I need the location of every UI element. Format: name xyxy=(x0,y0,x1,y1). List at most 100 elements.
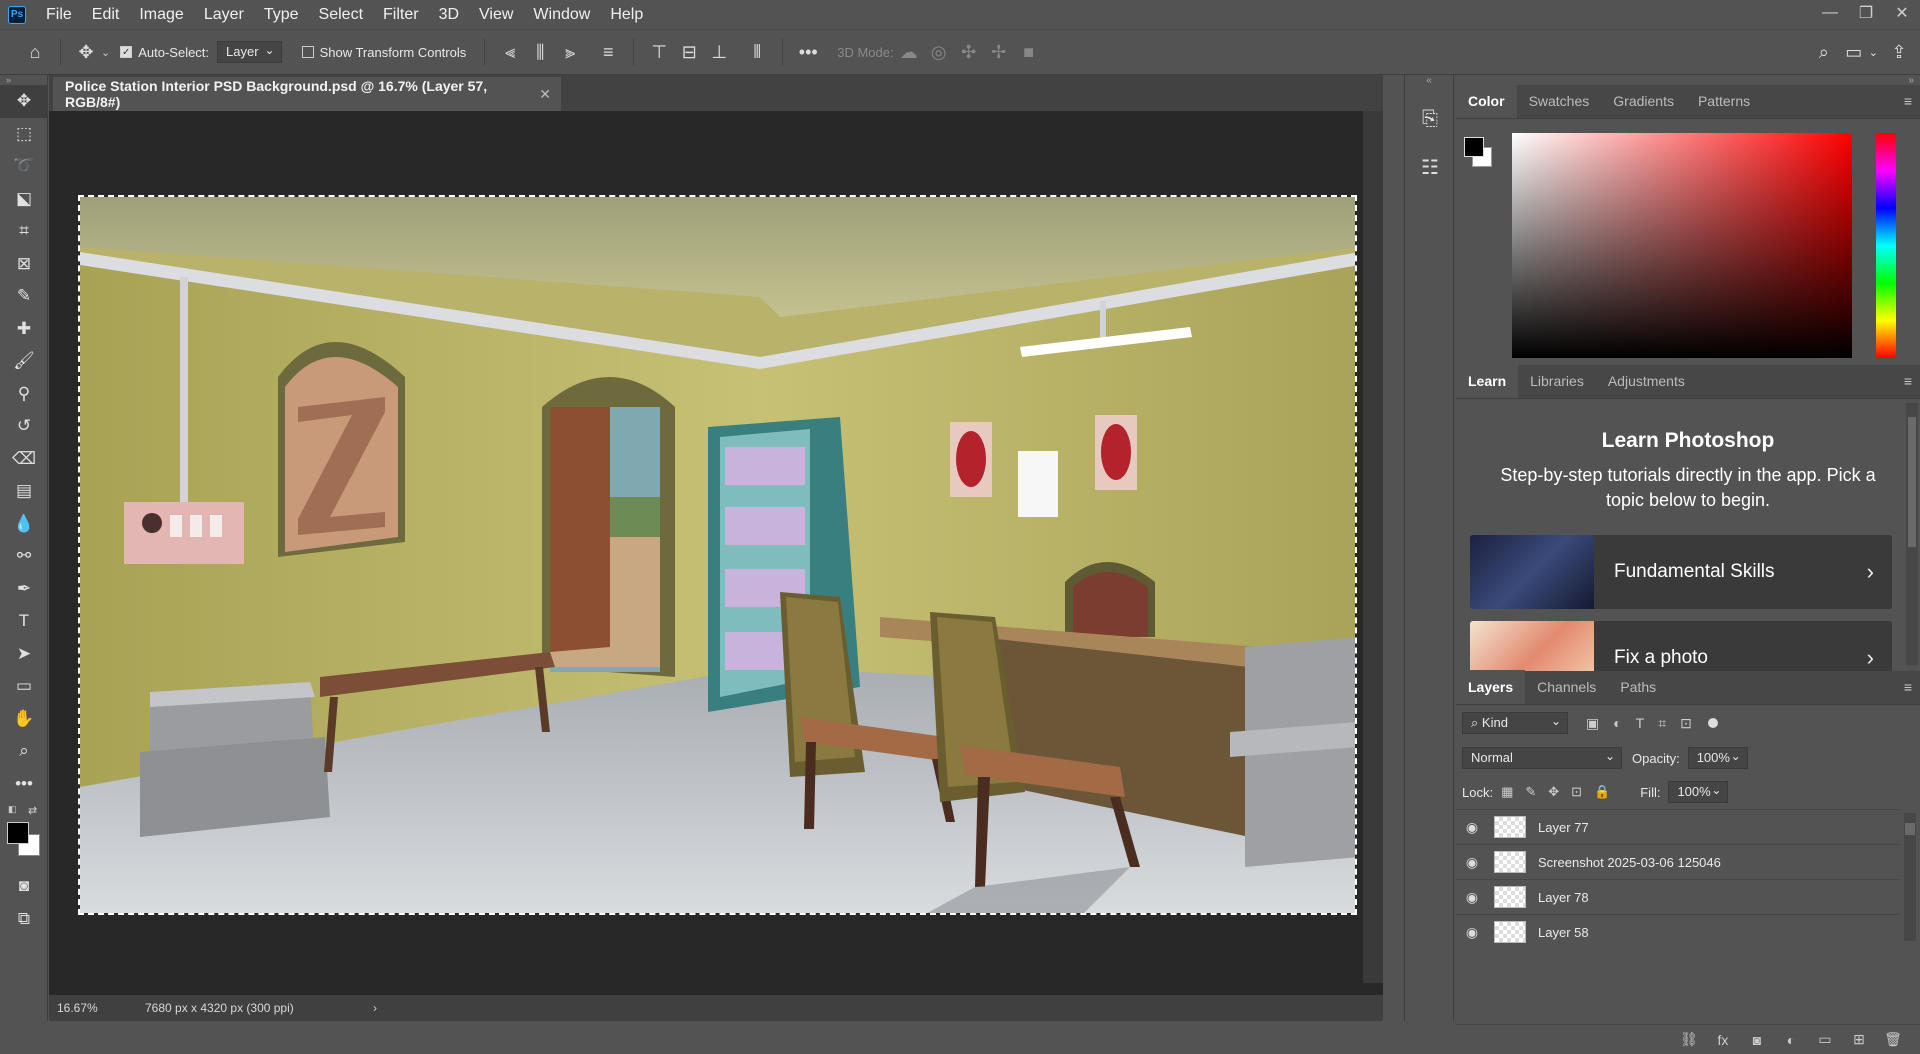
dodge-tool-icon[interactable]: ⚯ xyxy=(0,540,48,573)
adjustment-layer-icon[interactable]: ◐ xyxy=(1774,1032,1808,1048)
align-middle-icon[interactable]: ⊟ xyxy=(674,37,704,67)
swap-colors-icon[interactable]: ⇄ xyxy=(28,804,37,817)
move-tool-preset-icon[interactable]: ✥ xyxy=(71,37,101,67)
delete-layer-icon[interactable]: 🗑 xyxy=(1876,1031,1910,1048)
distribute-icon[interactable]: ≡ xyxy=(593,37,623,67)
eye-icon[interactable]: ◉ xyxy=(1456,854,1488,871)
minimize-icon[interactable]: — xyxy=(1812,0,1848,26)
color-field[interactable] xyxy=(1512,133,1852,358)
menu-image[interactable]: Image xyxy=(129,0,193,29)
layer-row[interactable]: ◉ Screenshot 2025-03-06 125046 xyxy=(1456,844,1900,879)
tab-patterns[interactable]: Patterns xyxy=(1686,84,1762,118)
properties-panel-icon[interactable]: ☷ xyxy=(1405,143,1455,191)
menu-view[interactable]: View xyxy=(469,0,523,29)
align-bottom-icon[interactable]: ⊥ xyxy=(704,37,734,67)
filter-toggle-icon[interactable] xyxy=(1707,718,1718,728)
tab-learn[interactable]: Learn xyxy=(1456,364,1519,398)
quick-mask-icon[interactable]: ◙ xyxy=(0,870,48,903)
move-tool-icon[interactable]: ✥ xyxy=(0,85,48,118)
screen-mode-icon[interactable]: ⧉ xyxy=(0,903,48,936)
tab-libraries[interactable]: Libraries xyxy=(1518,364,1596,398)
foreground-color-swatch[interactable] xyxy=(7,822,29,844)
chevron-down-icon[interactable]: ⌄ xyxy=(101,46,110,59)
workspace-icon[interactable]: ▭ xyxy=(1839,37,1869,67)
add-mask-icon[interactable]: ◙ xyxy=(1740,1032,1774,1048)
zoom-tool-icon[interactable]: ⌕ xyxy=(0,735,48,768)
close-tab-icon[interactable]: ✕ xyxy=(539,86,551,103)
restore-icon[interactable]: ❐ xyxy=(1848,0,1884,26)
panel-menu-icon[interactable]: ≡ xyxy=(1904,679,1912,695)
new-group-icon[interactable]: ▭ xyxy=(1808,1031,1842,1048)
eraser-tool-icon[interactable]: ⌫ xyxy=(0,443,48,476)
home-icon[interactable]: ⌂ xyxy=(20,37,50,67)
align-center-icon[interactable]: ⫼ xyxy=(525,37,555,67)
menu-layer[interactable]: Layer xyxy=(194,0,254,29)
eye-icon[interactable]: ◉ xyxy=(1456,889,1488,906)
collapse-icon[interactable]: » xyxy=(0,75,47,85)
eye-icon[interactable]: ◉ xyxy=(1456,819,1488,836)
chevron-down-icon[interactable]: ⌄ xyxy=(1869,46,1878,59)
collapse-icon[interactable]: « xyxy=(1405,75,1453,95)
clone-stamp-tool-icon[interactable]: ⚲ xyxy=(0,378,48,411)
brush-tool-icon[interactable]: 🖌 xyxy=(0,345,48,378)
marquee-tool-icon[interactable]: ⬚ xyxy=(0,118,48,151)
more-options-icon[interactable]: ••• xyxy=(793,37,823,67)
path-select-tool-icon[interactable]: ➤ xyxy=(0,638,48,671)
auto-select-dropdown[interactable]: Layer xyxy=(217,40,282,63)
blur-tool-icon[interactable]: 💧 xyxy=(0,508,48,541)
canvas-vertical-scrollbar[interactable] xyxy=(1363,111,1383,983)
link-layers-icon[interactable]: ⛓ xyxy=(1672,1031,1706,1048)
learn-card-fundamental-skills[interactable]: Fundamental Skills › xyxy=(1470,535,1892,609)
align-top-icon[interactable]: ⊤ xyxy=(644,37,674,67)
menu-help[interactable]: Help xyxy=(600,0,653,29)
tab-adjustments[interactable]: Adjustments xyxy=(1596,364,1697,398)
rectangle-tool-icon[interactable]: ▭ xyxy=(0,670,48,703)
layers-scrollbar[interactable] xyxy=(1904,813,1916,941)
panel-menu-icon[interactable]: ≡ xyxy=(1904,373,1912,389)
eyedropper-tool-icon[interactable]: ✎ xyxy=(0,280,48,313)
share-icon[interactable]: ⇪ xyxy=(1884,37,1914,67)
tab-layers[interactable]: Layers xyxy=(1456,670,1526,704)
menu-window[interactable]: Window xyxy=(523,0,600,29)
layer-filter-icons[interactable]: ▣◐T⌗⊡ xyxy=(1586,715,1706,732)
show-transform-checkbox[interactable] xyxy=(301,46,314,58)
learn-card-fix-a-photo[interactable]: Fix a photo › xyxy=(1470,621,1892,671)
default-colors-icon[interactable]: ◧ xyxy=(8,804,17,815)
new-layer-icon[interactable]: ⊞ xyxy=(1842,1031,1876,1048)
healing-brush-tool-icon[interactable]: ✚ xyxy=(0,313,48,346)
menu-type[interactable]: Type xyxy=(254,0,309,29)
lock-icons[interactable]: ▦✎✥⊡🔒 xyxy=(1501,784,1622,800)
hand-tool-icon[interactable]: ✋ xyxy=(0,703,48,736)
menu-select[interactable]: Select xyxy=(309,0,373,29)
menu-3d[interactable]: 3D xyxy=(429,0,469,29)
menu-file[interactable]: File xyxy=(36,0,82,29)
menu-edit[interactable]: Edit xyxy=(82,0,130,29)
tab-paths[interactable]: Paths xyxy=(1608,670,1668,704)
align-left-icon[interactable]: ⫷ xyxy=(495,37,525,67)
layer-filter-kind-dropdown[interactable]: ⌕ Kind xyxy=(1462,711,1568,734)
auto-select-checkbox[interactable]: ✓ xyxy=(120,46,133,58)
distribute-vertical-icon[interactable]: ⦀ xyxy=(742,37,772,67)
document-tab[interactable]: Police Station Interior PSD Background.p… xyxy=(53,77,561,111)
learn-scrollbar[interactable] xyxy=(1906,403,1918,665)
menu-filter[interactable]: Filter xyxy=(373,0,429,29)
layer-style-icon[interactable]: fx xyxy=(1706,1032,1740,1048)
color-swatches[interactable]: ◧ ⇄ xyxy=(0,800,47,870)
canvas[interactable] xyxy=(78,195,1357,915)
layer-row[interactable]: ◉ Layer 58 xyxy=(1456,914,1900,949)
object-select-tool-icon[interactable]: ⬕ xyxy=(0,183,48,216)
opacity-input[interactable]: 100% xyxy=(1687,746,1748,769)
history-brush-tool-icon[interactable]: ↺ xyxy=(0,410,48,443)
foreground-color-swatch[interactable] xyxy=(1464,137,1484,157)
tab-channels[interactable]: Channels xyxy=(1525,670,1608,704)
search-icon[interactable]: ⌕ xyxy=(1809,37,1839,67)
panel-menu-icon[interactable]: ≡ xyxy=(1904,93,1912,109)
layer-row[interactable]: ◉ Layer 77 xyxy=(1456,809,1900,844)
eye-icon[interactable]: ◉ xyxy=(1456,924,1488,941)
tab-color[interactable]: Color xyxy=(1456,84,1517,118)
crop-tool-icon[interactable]: ⌗ xyxy=(0,215,48,248)
align-right-icon[interactable]: ⫸ xyxy=(555,37,585,67)
gradient-tool-icon[interactable]: ▤ xyxy=(0,475,48,508)
layer-row[interactable]: ◉ Layer 78 xyxy=(1456,879,1900,914)
history-panel-icon[interactable]: ⎘ xyxy=(1405,95,1455,143)
